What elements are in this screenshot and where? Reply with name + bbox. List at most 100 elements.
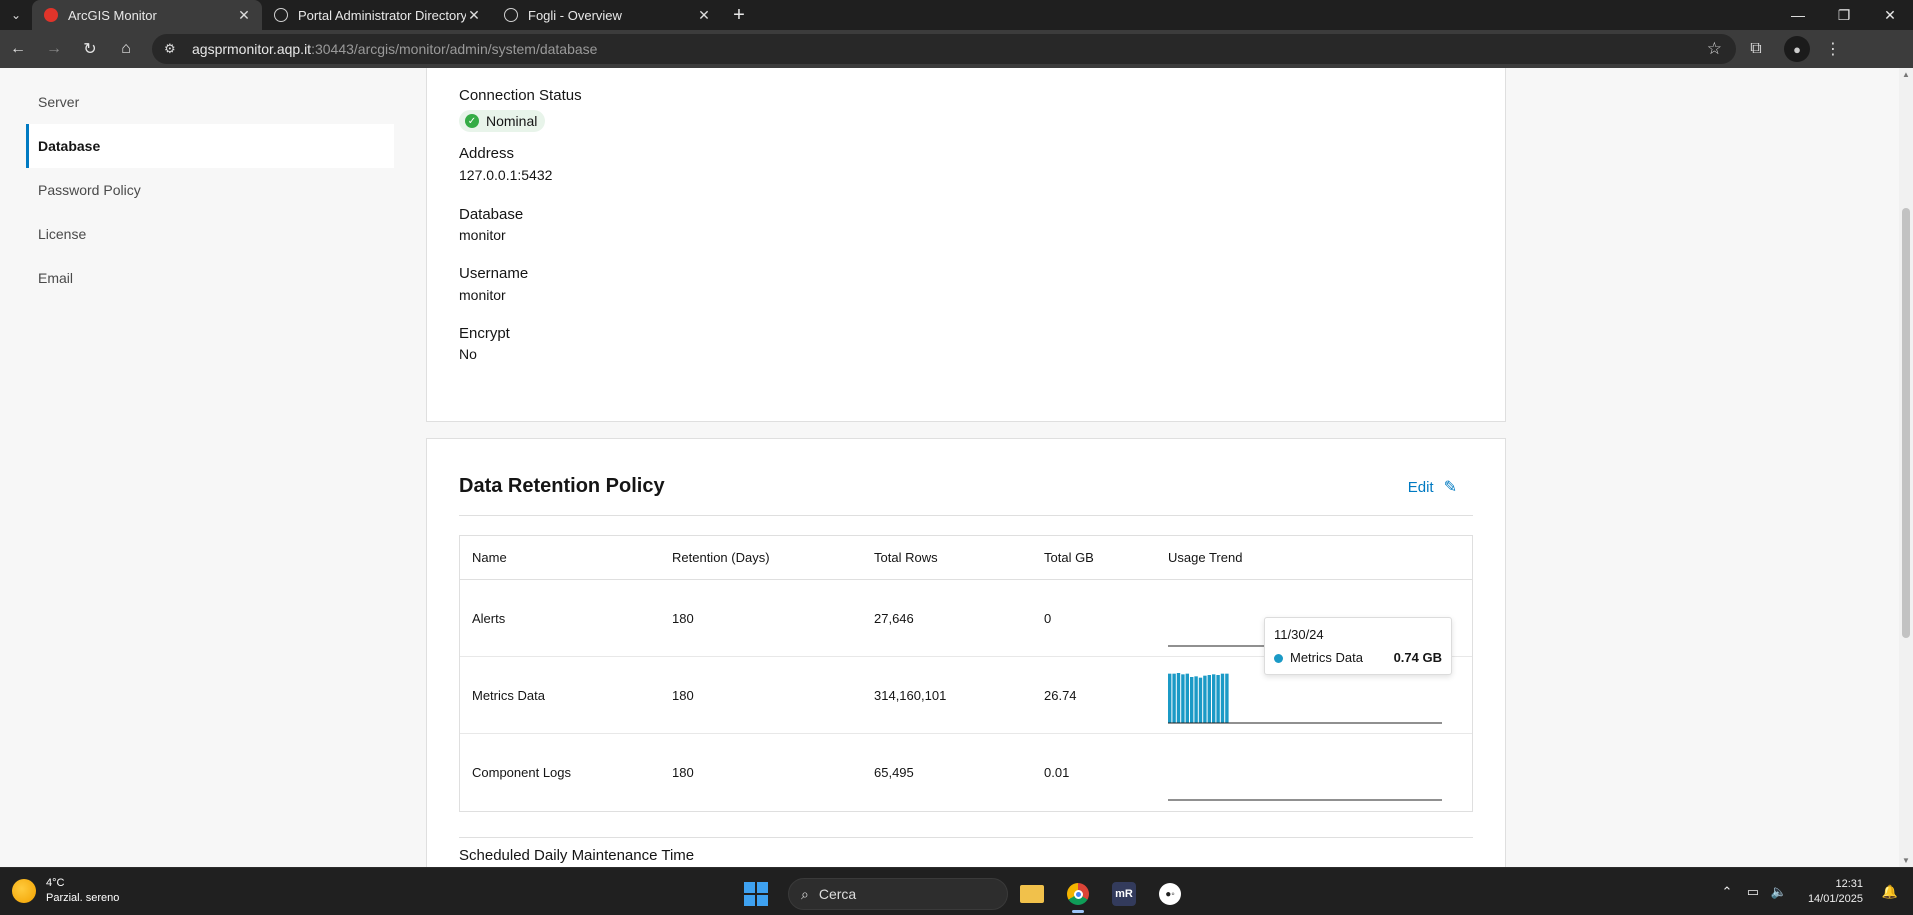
edit-retention-button[interactable]: Edit ✎: [1408, 477, 1457, 497]
section-divider: [459, 837, 1473, 838]
page-scrollbar[interactable]: ▲ ▼: [1899, 68, 1913, 867]
close-window-icon[interactable]: ✕: [1867, 0, 1913, 30]
taskbar-search[interactable]: ⌕ Cerca: [788, 878, 1008, 910]
trend-bar[interactable]: [1176, 673, 1181, 723]
col-header-retention[interactable]: Retention (Days): [672, 550, 874, 565]
status-badge: ✓ Nominal: [459, 110, 546, 132]
tab-search-icon[interactable]: ⌄: [0, 0, 32, 30]
tab-title: Fogli - Overview: [528, 7, 622, 23]
trend-bar[interactable]: [1190, 677, 1194, 723]
partly-sunny-icon: [12, 879, 36, 903]
bookmark-star-icon[interactable]: ☆: [1707, 39, 1722, 59]
extensions-icon[interactable]: ⧉: [1736, 40, 1776, 58]
trend-bar[interactable]: [1225, 673, 1229, 723]
tooltip-date: 11/30/24: [1274, 627, 1324, 642]
page-content: Server Database Password Policy License …: [0, 68, 1913, 867]
row-name: Metrics Data: [472, 687, 545, 703]
sidebar-item-license[interactable]: License: [26, 212, 394, 256]
url-path: :30443/arcgis/monitor/admin/system/datab…: [311, 41, 598, 57]
row-total-gb: 0.01: [1044, 765, 1070, 780]
back-icon[interactable]: ←: [0, 30, 36, 68]
encrypt-value: No: [459, 346, 477, 362]
trend-bar[interactable]: [1216, 675, 1220, 723]
reload-icon[interactable]: ↻: [72, 30, 108, 68]
encrypt-label: Encrypt: [459, 325, 510, 342]
row-total-rows: 314,160,101: [874, 687, 947, 703]
tab-portal-admin[interactable]: Portal Administrator Directory ✕: [262, 0, 492, 30]
col-header-total-gb[interactable]: Total GB: [1044, 550, 1168, 565]
check-circle-icon: ✓: [465, 114, 479, 128]
search-placeholder: Cerca: [818, 886, 857, 902]
address-value: 127.0.0.1:5432: [459, 167, 553, 183]
connection-status-label: Connection Status: [459, 87, 582, 104]
pencil-icon: ✎: [1443, 479, 1457, 496]
scrollbar-thumb[interactable]: [1902, 208, 1910, 638]
tooltip-series: Metrics Data: [1290, 650, 1363, 665]
row-retention: 180: [672, 687, 694, 703]
file-explorer-icon[interactable]: [1010, 874, 1054, 914]
tab-fogli-overview[interactable]: Fogli - Overview ✕: [492, 0, 722, 30]
trend-bar[interactable]: [1185, 673, 1189, 723]
tab-arcgis-monitor[interactable]: ArcGIS Monitor ✕: [32, 0, 262, 30]
row-total-gb: 26.74: [1044, 687, 1077, 703]
restore-icon[interactable]: ❐: [1821, 0, 1867, 30]
show-hidden-icons-icon[interactable]: ⌃: [1714, 884, 1740, 900]
address-bar[interactable]: ⚙ agsprmonitor.aqp.it:30443/arcgis/monit…: [152, 34, 1736, 64]
close-tab-icon[interactable]: ✕: [236, 7, 252, 24]
trend-bar[interactable]: [1203, 675, 1207, 723]
usage-trend-sparkline[interactable]: [1168, 734, 1468, 811]
recorder-app-icon[interactable]: ●◦: [1148, 874, 1192, 914]
trend-bar[interactable]: [1172, 673, 1176, 723]
site-info-icon[interactable]: ⚙: [164, 41, 180, 57]
col-header-total-rows[interactable]: Total Rows: [874, 550, 1044, 565]
trend-bar[interactable]: [1168, 673, 1172, 723]
scroll-up-icon[interactable]: ▲: [1902, 70, 1910, 79]
volume-icon[interactable]: 🔈: [1766, 884, 1792, 900]
close-tab-icon[interactable]: ✕: [696, 7, 712, 24]
weather-widget[interactable]: 4°C Parzial. sereno: [12, 876, 119, 906]
notification-bell-icon[interactable]: 🔔: [1877, 884, 1903, 900]
trend-bar[interactable]: [1181, 674, 1185, 723]
windows-start-icon[interactable]: [738, 876, 774, 912]
sidebar-item-email[interactable]: Email: [26, 256, 394, 300]
trend-bar[interactable]: [1212, 674, 1216, 723]
status-value: Nominal: [486, 113, 538, 129]
username-label: Username: [459, 265, 529, 282]
weather-text: Parzial. sereno: [46, 892, 120, 904]
row-name: Component Logs: [472, 765, 572, 780]
system-tray: ⌃ ▭ 🔈 12:31 14/01/2025 🔔: [1714, 872, 1903, 912]
row-total-rows: 27,646: [874, 610, 914, 626]
network-icon[interactable]: ▭: [1740, 884, 1766, 900]
close-tab-icon[interactable]: ✕: [466, 7, 482, 24]
sidebar-item-password-policy[interactable]: Password Policy: [26, 168, 394, 212]
col-header-usage-trend: Usage Trend: [1168, 550, 1243, 565]
sidebar-item-server[interactable]: Server: [26, 80, 394, 124]
search-icon: ⌕: [801, 885, 809, 902]
tab-title: ArcGIS Monitor: [68, 7, 157, 23]
admin-sidebar: Server Database Password Policy License …: [26, 80, 394, 300]
trend-bar[interactable]: [1198, 677, 1203, 723]
maintenance-time-title: Scheduled Daily Maintenance Time: [459, 847, 695, 864]
profile-avatar-icon[interactable]: ●: [1784, 36, 1810, 62]
clock-date: 14/01/2025: [1807, 893, 1863, 905]
globe-favicon-icon: [274, 8, 288, 22]
new-tab-button[interactable]: +: [722, 0, 756, 30]
trend-bar[interactable]: [1220, 673, 1225, 723]
database-label: Database: [459, 206, 524, 223]
minimize-icon[interactable]: —: [1775, 0, 1821, 30]
tab-title: Portal Administrator Directory: [298, 7, 466, 23]
sidebar-item-database[interactable]: Database: [26, 124, 394, 168]
remote-app-icon[interactable]: mR: [1102, 874, 1146, 914]
home-icon[interactable]: ⌂: [108, 30, 144, 68]
browser-tab-strip: ⌄ ArcGIS Monitor ✕ Portal Administrator …: [0, 0, 1913, 30]
globe-favicon-icon: [504, 8, 518, 22]
menu-kebab-icon[interactable]: ⋮: [1818, 39, 1848, 59]
chrome-icon[interactable]: [1056, 874, 1100, 914]
trend-bar[interactable]: [1207, 675, 1211, 723]
clock[interactable]: 12:31 14/01/2025: [1808, 877, 1863, 907]
col-header-name[interactable]: Name: [460, 550, 672, 565]
scroll-down-icon[interactable]: ▼: [1902, 856, 1910, 865]
trend-bar[interactable]: [1194, 676, 1198, 723]
forward-icon[interactable]: →: [36, 30, 72, 68]
table-header: Name Retention (Days) Total Rows Total G…: [460, 536, 1472, 580]
